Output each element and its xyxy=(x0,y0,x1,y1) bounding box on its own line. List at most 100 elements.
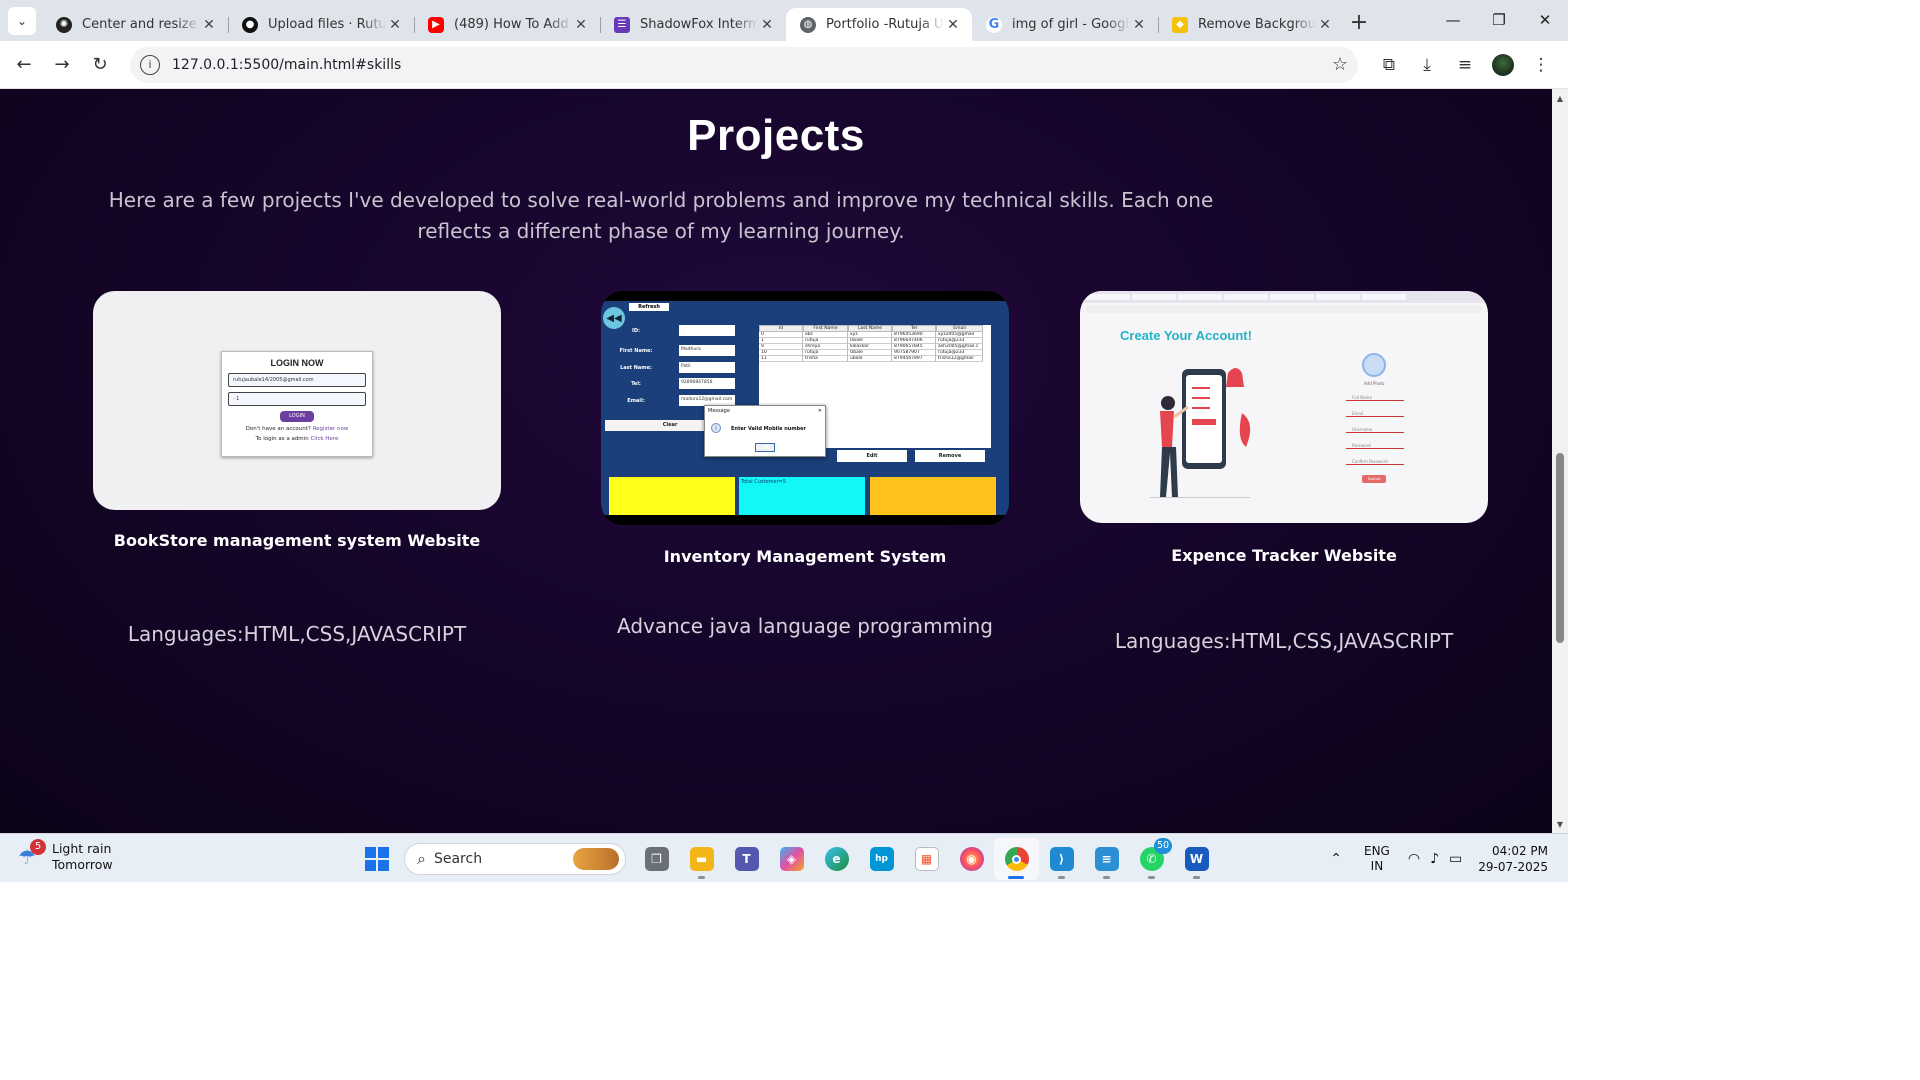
menu-kebab-icon[interactable]: ⋮ xyxy=(1522,47,1560,83)
copilot-button[interactable]: ◈ xyxy=(769,838,814,880)
project-screenshot-expense[interactable]: Create Your Account! Add Photo Full Name… xyxy=(1080,291,1488,523)
firefox-button[interactable]: ◉ xyxy=(949,838,994,880)
mini-address-bar xyxy=(1086,305,1482,313)
whatsapp-badge: 50 xyxy=(1154,838,1172,854)
weather-text: Light rain Tomorrow xyxy=(52,841,113,872)
back-button[interactable]: ← xyxy=(6,47,42,83)
store-button[interactable]: ▦ xyxy=(904,838,949,880)
close-icon[interactable]: ✕ xyxy=(944,17,962,33)
new-tab-button[interactable]: + xyxy=(1344,7,1374,37)
vscode-button[interactable]: ⟩ xyxy=(1039,838,1084,880)
tab-google[interactable]: G img of girl - Google ✕ xyxy=(972,8,1158,41)
weather-widget[interactable]: ☂ 5 Light rain Tomorrow xyxy=(18,839,113,873)
chrome-button[interactable] xyxy=(994,838,1039,880)
notepad-button[interactable]: ≡ xyxy=(1084,838,1129,880)
page-scrollbar[interactable]: ▲ ▼ xyxy=(1552,89,1568,833)
close-icon[interactable]: ✕ xyxy=(572,17,590,33)
extensions-icon[interactable]: ⧉ xyxy=(1370,47,1408,83)
projects-intro: Here are a few projects I've developed t… xyxy=(108,188,1214,243)
address-bar[interactable]: i 127.0.0.1:5500/main.html#skills ☆ xyxy=(130,46,1358,83)
tab-title: Portfolio -Rutuja Uba xyxy=(826,17,944,32)
chevron-down-icon: ⌄ xyxy=(16,14,28,28)
word-icon: W xyxy=(1184,847,1209,871)
scroll-up-arrow[interactable]: ▲ xyxy=(1552,91,1568,105)
phone-illustration xyxy=(1150,368,1251,498)
forward-button[interactable]: → xyxy=(44,47,80,83)
search-highlight-image xyxy=(573,848,619,870)
minimize-button[interactable]: — xyxy=(1430,0,1476,40)
table-row: 11 trisha ubale 8794567897 trisha12@gmail xyxy=(759,356,991,362)
tab-github[interactable]: ● Upload files · Rutu-k ✕ xyxy=(228,8,414,41)
dialog-message: Enter Valid Mobile number xyxy=(731,426,806,432)
teams-icon: T xyxy=(734,847,759,871)
weather-badge: 5 xyxy=(30,839,46,855)
edge-icon: e xyxy=(824,847,849,871)
project-card-bookstore: LOGIN NOW rutujaubale14/2005@gmail.com ·… xyxy=(93,291,501,646)
task-view-button[interactable]: ❐ xyxy=(634,838,679,880)
close-icon[interactable]: ✕ xyxy=(1130,17,1148,33)
quick-settings[interactable]: ◠ ♪ ▭ xyxy=(1408,851,1462,867)
site-info-icon[interactable]: i xyxy=(140,54,160,75)
taskbar-search[interactable]: ⌕ Search xyxy=(404,843,626,875)
remove-button: Remove xyxy=(915,450,985,462)
tab-strip: ⌄ ✺ Center and resize slic ✕ ● Upload fi… xyxy=(0,0,1568,41)
tab-openai[interactable]: ✺ Center and resize slic ✕ xyxy=(42,8,228,41)
windows-start-icon[interactable] xyxy=(360,842,394,876)
chevron-up-icon[interactable]: ⌃ xyxy=(1330,851,1342,867)
teams-button[interactable]: T xyxy=(724,838,769,880)
window-close-button[interactable]: ✕ xyxy=(1522,0,1568,40)
arrow-left-icon: ← xyxy=(16,54,32,75)
close-icon[interactable]: ✕ xyxy=(200,17,218,33)
scroll-down-arrow[interactable]: ▼ xyxy=(1552,817,1568,831)
table-header: Id First Name Last Name Tel Email xyxy=(759,325,991,332)
url-text[interactable]: 127.0.0.1:5500/main.html#skills xyxy=(172,57,1332,73)
hp-app-button[interactable]: hp xyxy=(859,838,904,880)
tab-title: Center and resize slic xyxy=(82,17,200,32)
tab-portfolio[interactable]: ◍ Portfolio -Rutuja Uba ✕ xyxy=(786,8,972,41)
tab-list: ✺ Center and resize slic ✕ ● Upload file… xyxy=(42,0,1374,41)
tab-search-button[interactable]: ⌄ xyxy=(8,7,36,35)
github-icon: ● xyxy=(242,16,258,33)
restore-button[interactable]: ❐ xyxy=(1476,0,1522,40)
project-card-inventory: ◀◀ Refresh ID: First Name: Madhura Last … xyxy=(601,291,1009,638)
browser-toolbar: ← → ↻ i 127.0.0.1:5500/main.html#skills … xyxy=(0,41,1568,89)
scrollbar-thumb[interactable] xyxy=(1556,453,1564,643)
file-explorer-button[interactable]: ▬ xyxy=(679,838,724,880)
search-placeholder: Search xyxy=(433,851,483,867)
field-label: Tel: xyxy=(631,381,641,387)
clock-date: 29-07-2025 xyxy=(1478,859,1548,874)
stat-tile-cyan: Total Customer=5 xyxy=(739,477,865,515)
profile-button[interactable] xyxy=(1484,47,1522,83)
tab-youtube[interactable]: ▶ (489) How To Add Im ✕ xyxy=(414,8,600,41)
field-label: First Name: xyxy=(619,348,653,354)
register-text: Don't have an account? Register now xyxy=(245,426,349,432)
bookmark-star-icon[interactable]: ☆ xyxy=(1332,54,1348,75)
language-indicator[interactable]: ENG IN xyxy=(1364,844,1390,874)
close-icon[interactable]: ✕ xyxy=(1316,17,1334,33)
whatsapp-button[interactable]: ✆ 50 xyxy=(1129,838,1174,880)
clock[interactable]: 04:02 PM 29-07-2025 xyxy=(1478,843,1548,875)
tab-forms[interactable]: ☰ ShadowFox Intermed ✕ xyxy=(600,8,786,41)
folder-icon: ▬ xyxy=(689,847,714,871)
hp-icon: hp xyxy=(869,847,894,871)
download-icon[interactable]: ⤓ xyxy=(1408,47,1446,83)
tab-title: (489) How To Add Im xyxy=(454,17,572,32)
field-label: Email: xyxy=(627,398,645,404)
avatar xyxy=(1492,53,1514,76)
project-title: BookStore management system Website xyxy=(113,531,481,550)
stat-tile-orange xyxy=(870,477,996,515)
project-screenshot-bookstore[interactable]: LOGIN NOW rutujaubale14/2005@gmail.com ·… xyxy=(93,291,501,510)
wifi-icon: ◠ xyxy=(1407,850,1421,867)
close-icon[interactable]: ✕ xyxy=(386,17,404,33)
word-button[interactable]: W xyxy=(1174,838,1219,880)
field-label: ID: xyxy=(631,328,640,334)
project-title: Expence Tracker Website xyxy=(1171,546,1397,565)
close-icon[interactable]: ✕ xyxy=(758,17,776,33)
media-control-icon[interactable]: ≡ xyxy=(1446,47,1484,83)
tab-removebg[interactable]: ◆ Remove Background ✕ xyxy=(1158,8,1344,41)
edge-button[interactable]: e xyxy=(814,838,859,880)
login-button: LOGIN xyxy=(280,411,314,422)
reload-button[interactable]: ↻ xyxy=(82,47,118,83)
vscode-icon: ⟩ xyxy=(1049,847,1074,871)
project-screenshot-inventory[interactable]: ◀◀ Refresh ID: First Name: Madhura Last … xyxy=(601,291,1009,525)
